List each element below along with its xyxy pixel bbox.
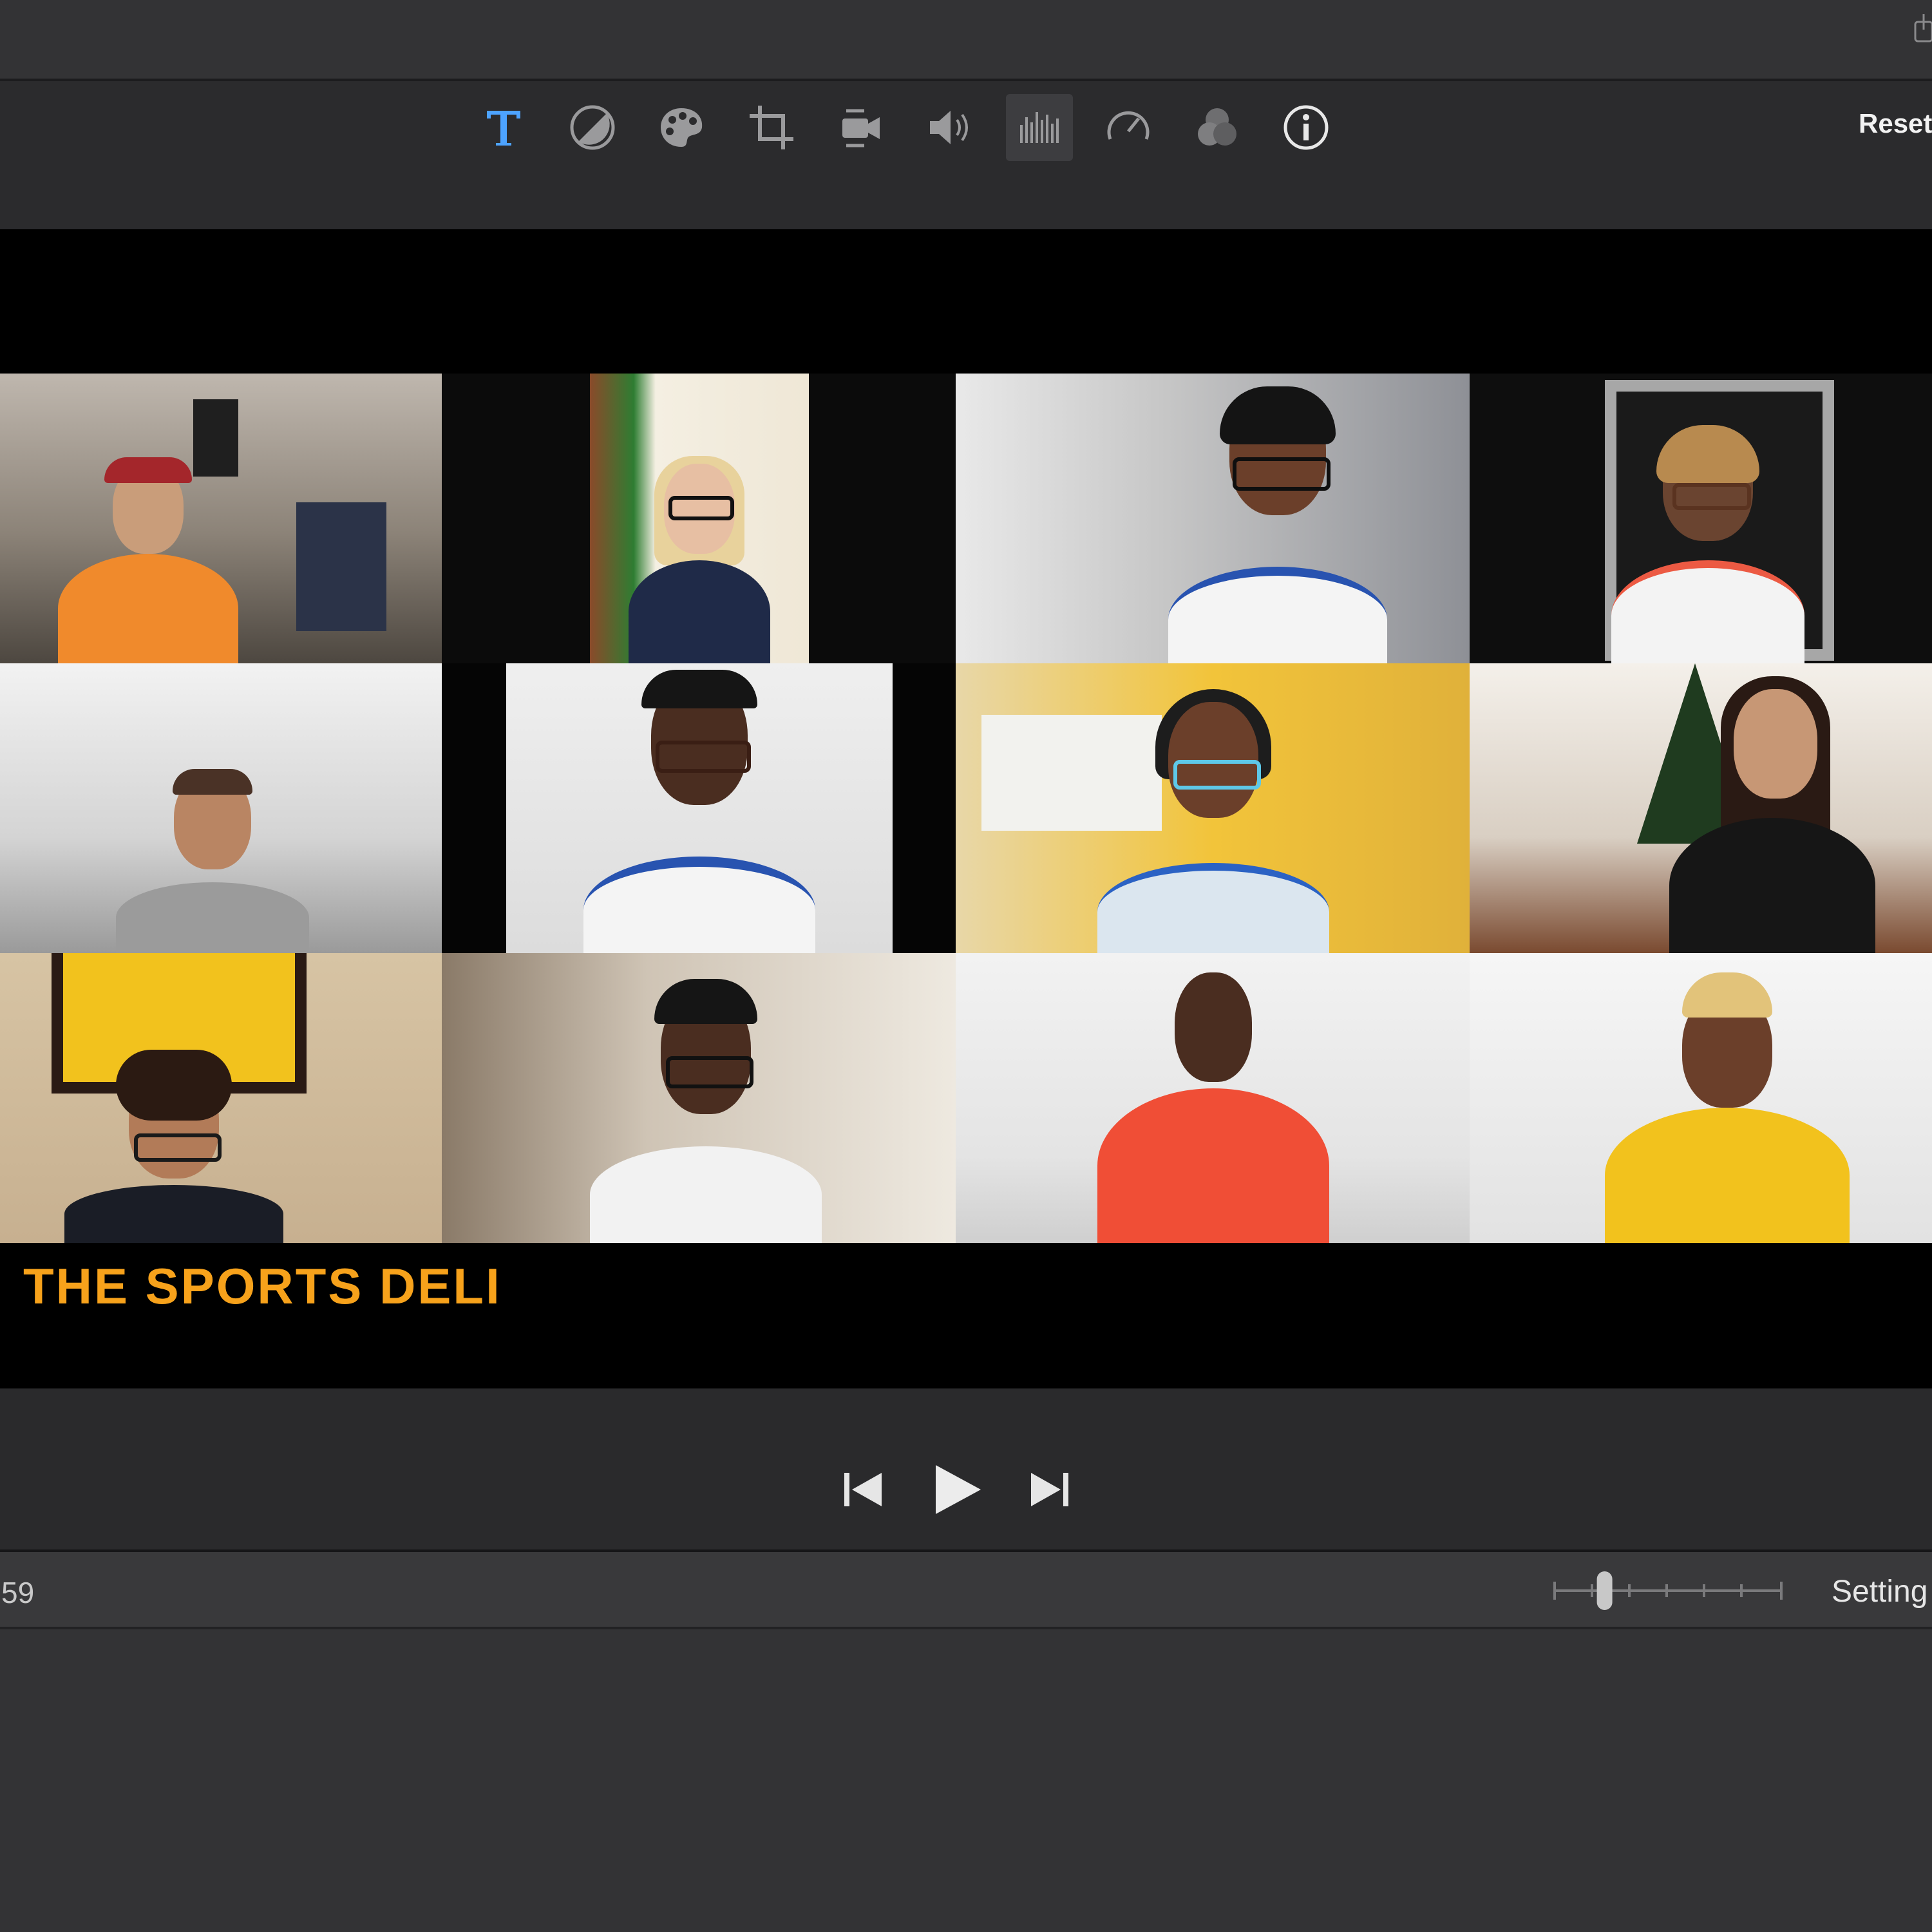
reset-button[interactable]: Reset bbox=[1859, 108, 1932, 139]
skip-forward-button[interactable] bbox=[1024, 1461, 1075, 1519]
video-tile bbox=[1470, 374, 1932, 663]
timecode-readout: 59 bbox=[1, 1576, 35, 1609]
skip-back-button[interactable] bbox=[837, 1461, 889, 1519]
zoom-slider-thumb[interactable] bbox=[1596, 1571, 1613, 1610]
skip-forward-icon bbox=[1031, 1473, 1068, 1506]
video-tile bbox=[0, 953, 442, 1243]
play-icon bbox=[936, 1465, 981, 1514]
video-tile bbox=[0, 663, 442, 953]
crop-icon bbox=[750, 106, 793, 149]
skip-back-icon bbox=[844, 1473, 882, 1506]
video-tile bbox=[442, 374, 956, 663]
adjustments-toolbar: Reset bbox=[0, 81, 1932, 229]
video-call-grid bbox=[0, 374, 1932, 1243]
timeline-header: 59 Setting bbox=[0, 1552, 1932, 1629]
title-icon bbox=[487, 111, 520, 146]
video-tile bbox=[956, 953, 1470, 1243]
stabilization-icon bbox=[842, 109, 880, 147]
playback-controls bbox=[0, 1388, 1932, 1552]
video-tile bbox=[442, 953, 956, 1243]
color-correction-icon bbox=[661, 108, 703, 147]
timeline-zoom-slider[interactable] bbox=[1552, 1565, 1784, 1616]
timeline-area bbox=[0, 1629, 1932, 1932]
info-icon bbox=[1283, 105, 1329, 150]
clip-filter-icon bbox=[1198, 108, 1236, 146]
video-tile bbox=[1470, 953, 1932, 1243]
speed-icon bbox=[1107, 111, 1150, 140]
share-icon[interactable] bbox=[1913, 13, 1932, 43]
stabilization-button[interactable] bbox=[828, 94, 895, 161]
noise-reduction-button[interactable] bbox=[1006, 94, 1073, 161]
color-balance-button[interactable] bbox=[559, 94, 626, 161]
speed-button[interactable] bbox=[1095, 94, 1162, 161]
color-balance-icon bbox=[570, 105, 615, 150]
clip-filter-button[interactable] bbox=[1184, 94, 1251, 161]
crop-button[interactable] bbox=[738, 94, 805, 161]
window-title-bar bbox=[0, 0, 1932, 81]
video-tile bbox=[1470, 663, 1932, 953]
volume-icon bbox=[930, 111, 968, 144]
info-button[interactable] bbox=[1273, 94, 1340, 161]
play-button[interactable] bbox=[927, 1461, 985, 1519]
video-tile bbox=[956, 663, 1470, 953]
settings-button[interactable]: Setting bbox=[1832, 1574, 1927, 1609]
volume-button[interactable] bbox=[917, 94, 984, 161]
video-tile bbox=[442, 663, 956, 953]
color-correction-button[interactable] bbox=[648, 94, 715, 161]
title-tool-button[interactable] bbox=[470, 94, 537, 161]
video-tile bbox=[0, 374, 442, 663]
video-viewer: THE SPORTS DELI bbox=[0, 229, 1932, 1388]
noise-reduction-icon bbox=[1020, 112, 1059, 143]
title-caption: THE SPORTS DELI bbox=[23, 1258, 502, 1314]
video-tile bbox=[956, 374, 1470, 663]
